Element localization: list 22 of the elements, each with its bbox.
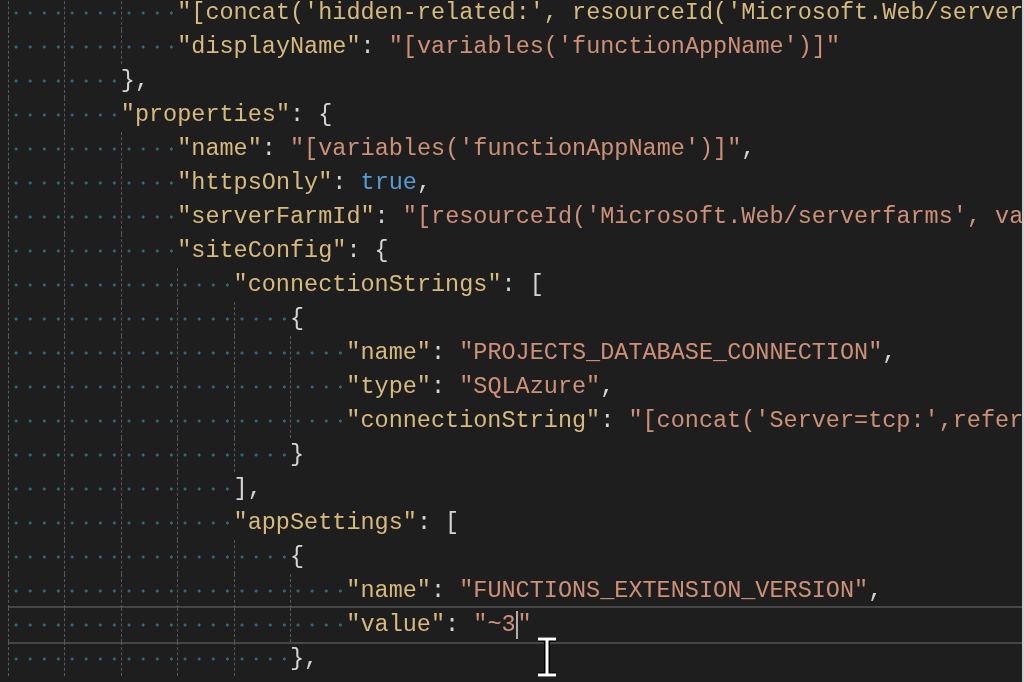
code-line: "appSettings": [ — [233, 508, 460, 538]
code-line: "serverFarmId": "[resourceId('Microsoft.Web/serverfarms', va — [177, 202, 1022, 232]
code-line: "properties": { — [120, 100, 333, 130]
code-line: "type": "SQLAzure", — [346, 372, 615, 402]
code-line: "[concat('hidden-related:', resourceId('Microsoft.Web/server — [177, 0, 1022, 28]
code-line: "name": "[variables('functionAppName')]", — [177, 134, 756, 164]
code-line: "siteConfig": { — [177, 236, 389, 266]
code-line: "connectionString": "[concat('Server=tcp:',refer — [346, 406, 1022, 436]
code-line: ], — [233, 474, 262, 504]
code-line: "name": "FUNCTIONS_EXTENSION_VERSION", — [346, 576, 883, 606]
code-line: " — [517, 610, 532, 640]
code-line: } — [289, 440, 305, 470]
code-line: "httpsOnly": true, — [177, 168, 432, 198]
code-line: { — [289, 542, 305, 572]
code-line: "connectionStrings": [ — [233, 270, 544, 300]
code-line: }, — [120, 66, 149, 96]
text-cursor-icon — [535, 637, 559, 677]
code-line: { — [289, 304, 305, 334]
code-line: "value": "~3 — [346, 610, 516, 640]
code-line: }, — [289, 644, 319, 674]
code-line: "displayName": "[variables('functionAppName')]" — [177, 32, 840, 62]
code-line: "name": "PROJECTS_DATABASE_CONNECTION", — [346, 338, 897, 368]
